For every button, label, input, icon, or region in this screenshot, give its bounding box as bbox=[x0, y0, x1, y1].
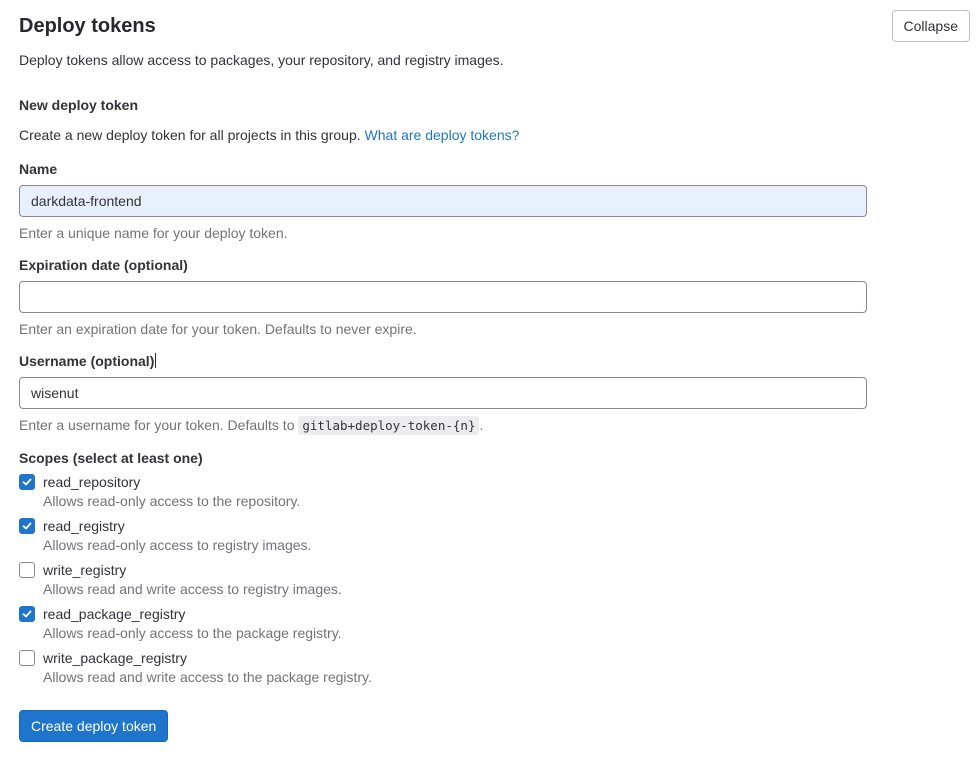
username-help: Enter a username for your token. Default… bbox=[19, 416, 483, 435]
scope-name[interactable]: read_repository bbox=[43, 472, 140, 492]
new-token-heading: New deploy token bbox=[19, 97, 139, 113]
default-username-code: gitlab+deploy-token-{n} bbox=[298, 416, 480, 435]
username-help-text: Enter a username for your token. Default… bbox=[19, 417, 295, 433]
scope-description: Allows read-only access to the package r… bbox=[43, 625, 342, 641]
scope-name[interactable]: read_registry bbox=[43, 516, 125, 536]
scopes-heading: Scopes (select at least one) bbox=[19, 450, 203, 466]
scope-name[interactable]: write_package_registry bbox=[43, 648, 187, 668]
page-title: Deploy tokens bbox=[19, 15, 156, 37]
scope-name[interactable]: read_package_registry bbox=[43, 604, 185, 624]
checkmark-icon bbox=[22, 522, 32, 530]
name-input[interactable] bbox=[19, 185, 867, 217]
new-token-intro: Create a new deploy token for all projec… bbox=[19, 126, 519, 144]
username-label: Username (optional) bbox=[19, 352, 157, 370]
section-header: Deploy tokens Collapse Deploy tokens all… bbox=[19, 0, 970, 70]
expiration-date-label: Expiration date (optional) bbox=[19, 257, 188, 273]
checkmark-icon bbox=[22, 478, 32, 486]
scope-checkbox[interactable] bbox=[19, 518, 35, 534]
scope-checkbox[interactable] bbox=[19, 606, 35, 622]
new-token-intro-text: Create a new deploy token for all projec… bbox=[19, 127, 361, 143]
deploy-tokens-section: Deploy tokens Collapse Deploy tokens all… bbox=[19, 0, 970, 742]
scope-checkbox[interactable] bbox=[19, 474, 35, 490]
text-cursor bbox=[155, 353, 157, 368]
collapse-button[interactable]: Collapse bbox=[891, 10, 970, 42]
expiration-date-help: Enter an expiration date for your token.… bbox=[19, 321, 417, 337]
what-are-deploy-tokens-link[interactable]: What are deploy tokens? bbox=[365, 127, 520, 143]
scope-checkbox[interactable] bbox=[19, 650, 35, 666]
scope-description: Allows read and write access to registry… bbox=[43, 581, 342, 597]
scope-description: Allows read and write access to the pack… bbox=[43, 669, 372, 685]
name-help: Enter a unique name for your deploy toke… bbox=[19, 225, 288, 241]
expiration-date-input[interactable] bbox=[19, 281, 867, 313]
create-deploy-token-button[interactable]: Create deploy token bbox=[19, 710, 169, 742]
scope-name[interactable]: write_registry bbox=[43, 560, 126, 580]
name-label: Name bbox=[19, 161, 58, 177]
username-input[interactable] bbox=[19, 377, 867, 409]
checkmark-icon bbox=[22, 610, 32, 618]
scope-description: Allows read-only access to the repositor… bbox=[43, 493, 301, 509]
username-help-suffix: . bbox=[479, 417, 484, 433]
scope-checkbox[interactable] bbox=[19, 562, 35, 578]
username-label-text: Username (optional) bbox=[19, 353, 155, 369]
section-description: Deploy tokens allow access to packages, … bbox=[19, 52, 504, 68]
scope-description: Allows read-only access to registry imag… bbox=[43, 537, 312, 553]
